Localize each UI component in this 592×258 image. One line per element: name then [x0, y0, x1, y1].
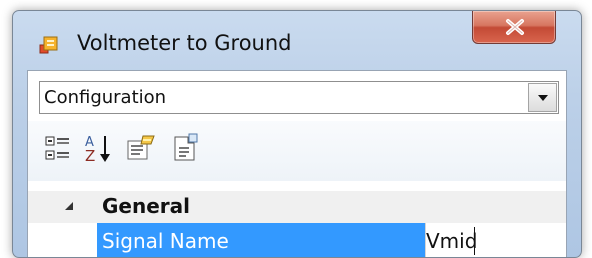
chevron-down-icon	[538, 95, 548, 101]
app-icon	[39, 36, 58, 54]
window-title: Voltmeter to Ground	[77, 31, 292, 55]
property-value-field[interactable]: Vmid	[425, 223, 566, 257]
property-value-text: Vmid	[426, 229, 478, 253]
dropdown-button[interactable]	[528, 83, 557, 112]
configuration-dropdown[interactable]: Configuration	[39, 81, 559, 114]
categorized-button[interactable]	[42, 131, 76, 165]
dialog-window: Voltmeter to Ground Configuration A Z Ge…	[12, 10, 582, 258]
expand-triangle-icon[interactable]	[63, 200, 75, 212]
dialog-content: Configuration A Z General Signal Name Vm…	[27, 70, 567, 257]
close-button[interactable]	[472, 11, 556, 44]
property-pages-icon	[127, 135, 155, 160]
property-name: Signal Name	[102, 229, 229, 253]
alphabetical-sort-button[interactable]: A Z	[81, 131, 115, 165]
page-settings-icon	[174, 133, 198, 161]
page-settings-button[interactable]	[167, 131, 201, 165]
category-label: General	[102, 194, 190, 218]
text-cursor	[474, 227, 475, 255]
close-icon	[506, 19, 524, 35]
property-name-cell[interactable]: Signal Name	[97, 223, 425, 257]
title-bar[interactable]: Voltmeter to Ground	[13, 11, 581, 69]
property-toolbar: A Z	[28, 121, 566, 181]
svg-text:Z: Z	[85, 147, 95, 165]
dropdown-selected-value: Configuration	[44, 87, 167, 108]
alphabetical-sort-icon: A Z	[85, 135, 110, 165]
property-grid: General Signal Name Vmid	[28, 191, 566, 257]
categorized-icon	[45, 136, 69, 160]
property-pages-button[interactable]	[123, 131, 157, 165]
property-row-signal-name[interactable]: Signal Name Vmid	[28, 223, 566, 257]
category-general-row[interactable]: General	[28, 191, 566, 223]
